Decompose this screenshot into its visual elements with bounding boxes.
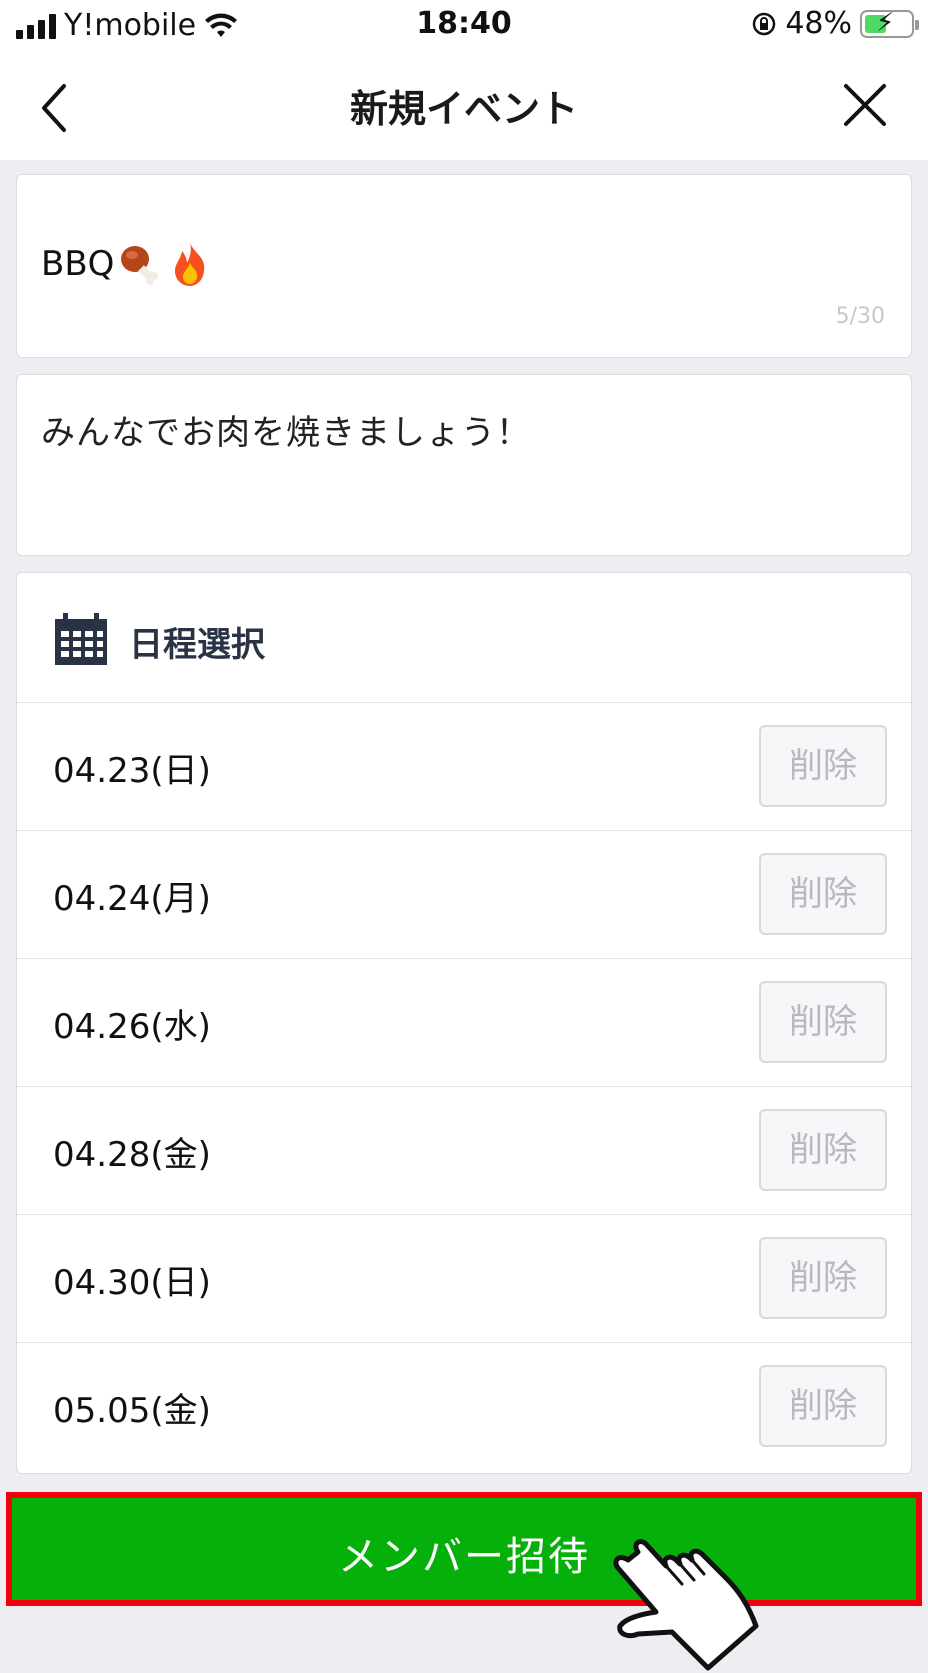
page-title: 新規イベント [349,87,578,131]
battery-icon: ⚡ [860,8,919,38]
date-row: 05.05(金) 削除 [17,1343,911,1471]
date-label: 04.28(金) [53,1135,211,1175]
date-label: 04.23(日) [53,751,211,791]
date-label: 04.24(月) [53,879,211,919]
delete-date-button[interactable]: 削除 [759,853,887,935]
status-right: 48% ⚡ [751,6,919,41]
event-title-value: BBQ [41,241,210,287]
battery-percent: 48% [785,6,852,41]
invite-button-label: メンバー招待 [338,1534,590,1580]
delete-date-button[interactable]: 削除 [759,725,887,807]
meat-on-bone-icon [121,246,159,285]
fire-icon [175,243,205,286]
date-row: 04.26(水) 削除 [17,959,911,1087]
delete-date-button[interactable]: 削除 [759,1237,887,1319]
event-title-field[interactable]: BBQ 5/30 [16,174,912,358]
date-row: 04.23(日) 削除 [17,703,911,831]
nav-bar: 新規イベント [0,52,928,160]
rotation-lock-icon [753,12,776,35]
date-label: 04.26(水) [53,1007,211,1047]
event-title-text: BBQ [41,244,115,284]
schedule-header: 日程選択 [17,573,911,703]
delete-date-button[interactable]: 削除 [759,981,887,1063]
close-icon[interactable] [842,82,888,128]
delete-date-button[interactable]: 削除 [759,1109,887,1191]
wifi-icon [205,13,238,37]
status-left: Y!mobile [16,8,238,43]
status-bar: Y!mobile 18:40 48% ⚡ [0,0,928,52]
delete-date-button[interactable]: 削除 [759,1365,887,1447]
schedule-title: 日程選択 [129,625,265,665]
date-row: 04.24(月) 削除 [17,831,911,959]
pointing-hand-icon [613,1539,759,1671]
date-label: 05.05(金) [53,1391,211,1431]
title-char-counter: 5/30 [835,304,885,329]
cell-signal-icon [16,13,56,39]
date-label: 04.30(日) [53,1263,211,1303]
date-row: 04.30(日) 削除 [17,1215,911,1343]
carrier-label: Y!mobile [64,8,197,43]
invite-members-button[interactable]: メンバー招待 [6,1492,922,1606]
event-description-text: みんなでお肉を焼きましょう！ [41,413,531,453]
event-description-field[interactable]: みんなでお肉を焼きましょう！ [16,374,912,556]
date-row: 04.28(金) 削除 [17,1087,911,1215]
schedule-section: 日程選択 04.23(日) 削除 04.24(月) 削除 04.26(水) 削除… [16,572,912,1474]
calendar-icon [55,613,107,665]
